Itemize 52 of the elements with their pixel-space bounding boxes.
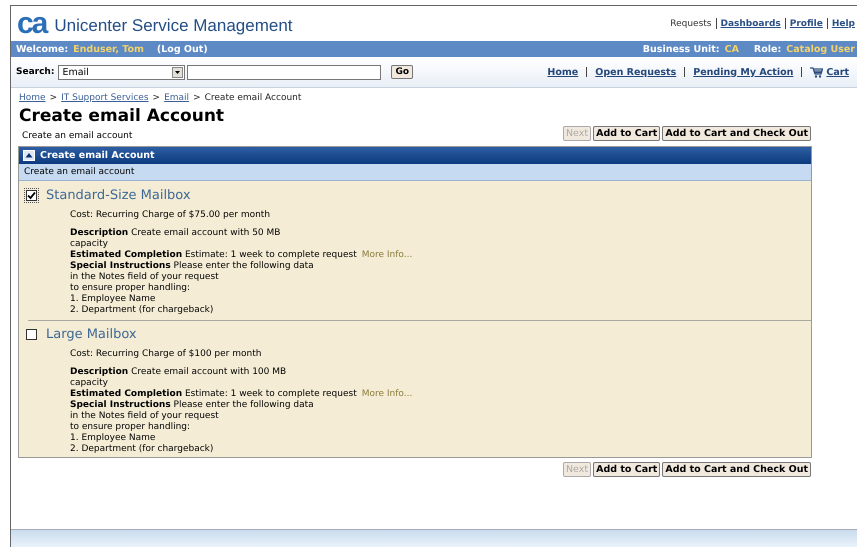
user-name: Enduser, Tom [73,44,144,54]
breadcrumb-separator: > [193,93,201,103]
cart-link[interactable]: Cart [826,66,849,78]
breadcrumb-separator: > [50,93,58,103]
go-button[interactable]: Go [391,65,414,79]
instructions-text: Special Instructions Please enter the following data in the Notes field of your request to ensure proper handling: 1. Employee Name 2. Department (for chargeback) [70,261,315,316]
search-field[interactable] [187,64,382,80]
welcome-label: Welcome: [16,44,68,54]
offering-name: Standard-Size Mailbox [46,188,191,202]
panel-title: Create email Account [40,150,155,161]
instructions-text: Special Instructions Please enter the following data in the Notes field of your request to ensure proper handling: 1. Employee Name 2. Department (for chargeback) [70,400,315,455]
header-link[interactable]: Dashboards [720,18,781,28]
ca-logo: ca [17,8,46,38]
checkbox[interactable] [26,190,37,200]
cost-text: Cost: Recurring Charge of $100 per month [69,348,262,359]
header-link[interactable]: Help [832,18,855,28]
nav-link[interactable]: Open Requests [595,66,676,78]
breadcrumb-separator: > [152,93,160,103]
page-title: Create email Account [19,106,226,126]
cost-text: Cost: Recurring Charge of $75.00 per month [69,209,272,220]
nav-link[interactable]: Pending My Action [693,66,794,78]
role-value: Catalog User [786,44,855,54]
action-button[interactable]: Add to Cart [593,462,660,477]
header-link[interactable]: Profile [790,18,823,28]
business-unit-label: Business Unit: [642,44,720,54]
search-label: Search: [16,67,54,77]
description-text: Description Create email account with 50 MB capacity [70,228,282,250]
business-unit-value: CA [724,44,739,54]
more-info-link[interactable]: More Info... [362,389,412,400]
checkbox[interactable] [26,328,37,340]
action-button[interactable]: Add to Cart [593,126,660,141]
estimate-text: Estimated Completion Estimate: 1 week to complete request [70,250,357,261]
cart-icon [810,66,824,78]
category-dropdown[interactable]: Email [58,64,186,80]
panel-subtitle: Create an email account [19,164,811,181]
action-button[interactable]: Add to Cart and Check Out [662,462,811,477]
page-subtitle: Create an email account [22,131,132,141]
nav-link[interactable]: Home [547,66,578,78]
description-text: Description Create email account with 100 MB capacity [70,367,288,389]
app-title: Unicenter Service Management [54,16,292,36]
action-button[interactable]: Add to Cart and Check Out [662,126,811,141]
breadcrumb-link[interactable]: Email [164,93,190,103]
logout-link[interactable]: (Log Out) [156,44,208,54]
offering-name: Large Mailbox [46,326,137,342]
breadcrumb-current: Create email Account [204,93,302,103]
header-link[interactable]: Requests [670,18,712,28]
estimate-text: Estimated Completion Estimate: 1 week to complete request [70,389,357,400]
more-info-link[interactable]: More Info... [362,250,412,261]
role-label: Role: [754,44,782,54]
breadcrumb-link[interactable]: IT Support Services [61,93,149,103]
breadcrumb-link[interactable]: Home [19,93,46,103]
collapse-icon[interactable] [23,150,35,161]
